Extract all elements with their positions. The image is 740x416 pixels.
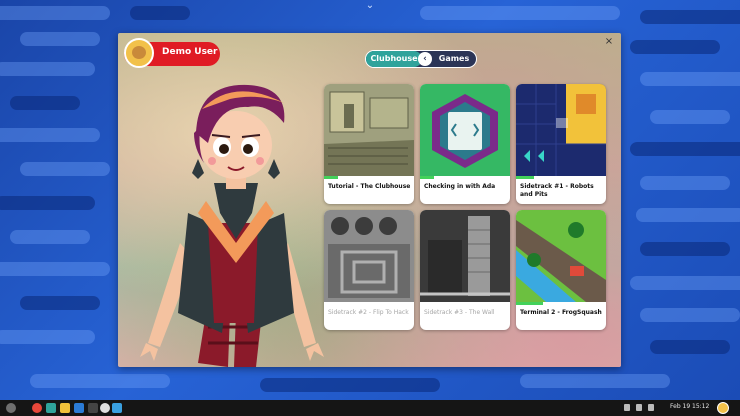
progress-bar	[324, 176, 338, 179]
the-wall-thumbnail	[420, 210, 510, 302]
flip-to-hack-thumbnail	[324, 210, 414, 302]
clubhouse-icon[interactable]	[46, 403, 56, 413]
ada-thumbnail	[420, 84, 510, 176]
volume-icon[interactable]	[636, 404, 642, 411]
wallpaper-stripe	[630, 40, 720, 54]
wallpaper-stripe	[0, 262, 110, 276]
apps-icon[interactable]	[6, 403, 16, 413]
game-card-tutorial[interactable]: Tutorial - The Clubhouse	[324, 84, 414, 204]
wallpaper-stripe	[10, 96, 80, 110]
game-card-title: Sidetrack #2 - Flip To Hack	[328, 309, 409, 316]
game-card-ada[interactable]: Checking in with Ada	[420, 84, 510, 204]
chevron-down-icon[interactable]: ⌄	[362, 0, 378, 12]
wallpaper-stripe	[20, 296, 100, 310]
dog-avatar-icon	[132, 46, 146, 59]
wallpaper-stripe	[0, 196, 95, 210]
wallpaper-stripe	[10, 230, 90, 244]
wallpaper-stripe	[520, 374, 670, 388]
wallpaper-stripe	[630, 276, 740, 290]
game-window: × Demo User Clubhouse ‹ Games Tutorial -…	[118, 33, 621, 367]
clubhouse-games-toggle[interactable]: Clubhouse ‹ Games	[365, 50, 477, 68]
wallpaper-stripe	[0, 128, 100, 142]
wallpaper-stripe	[20, 32, 100, 46]
progress-bar	[516, 302, 543, 305]
taskbar-time[interactable]: 15:12	[692, 403, 709, 410]
chevron-left-icon[interactable]: ‹	[418, 52, 432, 66]
game-card-frogsquash[interactable]: Terminal 2 - FrogSquash	[516, 210, 606, 330]
wallpaper-stripe	[30, 374, 170, 388]
wallpaper-stripe	[640, 242, 730, 256]
battery-icon[interactable]	[648, 404, 654, 411]
wallpaper-stripe	[260, 378, 440, 392]
game-card-title: Tutorial - The Clubhouse	[328, 183, 411, 190]
store-icon[interactable]	[112, 403, 122, 413]
game-card-flip-to-hack[interactable]: Sidetrack #2 - Flip To Hack	[324, 210, 414, 330]
wallpaper-stripe	[640, 72, 740, 86]
user-name: Demo User	[162, 47, 218, 57]
game-card-the-wall[interactable]: Sidetrack #3 - The Wall	[420, 210, 510, 330]
clubhouse-thumbnail	[324, 84, 414, 176]
chromium-icon[interactable]	[32, 403, 42, 413]
wallpaper-stripe	[20, 162, 110, 176]
toggle-games[interactable]: Games	[434, 51, 474, 67]
hack-icon[interactable]	[88, 403, 98, 413]
wallpaper-stripe	[0, 62, 95, 76]
terminal-icon[interactable]	[74, 403, 84, 413]
wallpaper-stripe	[640, 10, 740, 24]
wallpaper-stripe	[130, 6, 190, 20]
toggle-clubhouse[interactable]: Clubhouse	[366, 51, 422, 67]
wallpaper-stripe	[640, 176, 730, 190]
close-button[interactable]: ×	[603, 36, 615, 48]
wallpaper-stripe	[650, 340, 730, 354]
wallpaper-stripe	[650, 110, 730, 124]
progress-bar	[420, 176, 434, 179]
ada-character-illustration	[140, 84, 324, 367]
files-icon[interactable]	[60, 403, 70, 413]
taskbar-date[interactable]: Feb 19	[670, 403, 690, 410]
wallpaper-stripe	[420, 6, 620, 20]
wallpaper-stripe	[640, 308, 740, 322]
robots-thumbnail	[516, 84, 606, 176]
network-icon[interactable]	[624, 404, 630, 411]
game-card-title: Checking in with Ada	[424, 183, 496, 190]
game-card-title: Sidetrack #3 - The Wall	[424, 309, 495, 316]
taskbar: Feb 19 15:12	[0, 400, 740, 416]
game-card-title: Terminal 2 - FrogSquash	[520, 309, 602, 316]
progress-bar	[516, 176, 534, 179]
wallpaper-stripe	[0, 330, 95, 344]
wallpaper-stripe	[0, 6, 110, 20]
frogsquash-thumbnail	[516, 210, 606, 302]
user-avatar-icon[interactable]	[717, 402, 729, 414]
settings-icon[interactable]	[100, 403, 110, 413]
wallpaper-stripe	[636, 208, 740, 222]
game-card-robots[interactable]: Sidetrack #1 - Robots and Pits	[516, 84, 606, 204]
wallpaper-stripe	[630, 142, 740, 156]
game-card-title: Sidetrack #1 - Robots and Pits	[520, 183, 594, 198]
games-grid: Tutorial - The Clubhouse Checking in wit…	[324, 84, 614, 330]
